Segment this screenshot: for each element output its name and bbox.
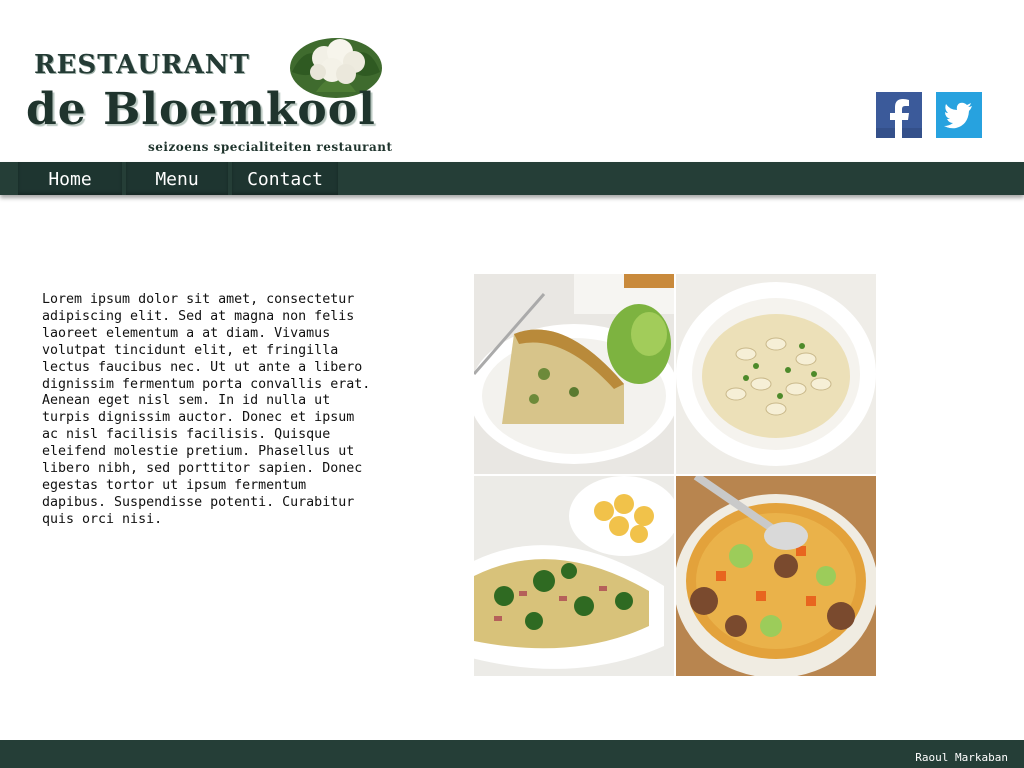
logo-tagline: seizoens specialiteiten restaurant [148,140,393,154]
food-gallery [474,274,876,676]
facebook-icon [876,92,922,138]
pasta-salad-photo[interactable] [676,274,876,474]
author-credit: Raoul Markaban [915,751,1008,764]
quiche-photo[interactable] [474,274,674,474]
intro-text: Lorem ipsum dolor sit amet, consectetur … [42,292,371,527]
footer: Raoul Markaban [0,740,1024,768]
twitter-button[interactable] [936,92,982,138]
meatball-soup-photo[interactable] [676,476,876,676]
restaurant-logo[interactable]: RESTAURANT de Bloemkool seizoens special… [24,20,404,162]
logo-restaurant-text: RESTAURANT [34,50,250,80]
logo-name-text: de Bloemkool [26,84,376,135]
broccoli-rice-photo[interactable] [474,476,674,676]
nav-item-menu[interactable]: Menu [126,162,228,195]
main-navigation: Home Menu Contact [0,162,1024,195]
twitter-icon [936,92,982,138]
nav-item-home[interactable]: Home [18,162,122,195]
nav-item-contact[interactable]: Contact [232,162,338,195]
header: RESTAURANT de Bloemkool seizoens special… [0,0,1024,162]
facebook-button[interactable] [876,92,922,138]
